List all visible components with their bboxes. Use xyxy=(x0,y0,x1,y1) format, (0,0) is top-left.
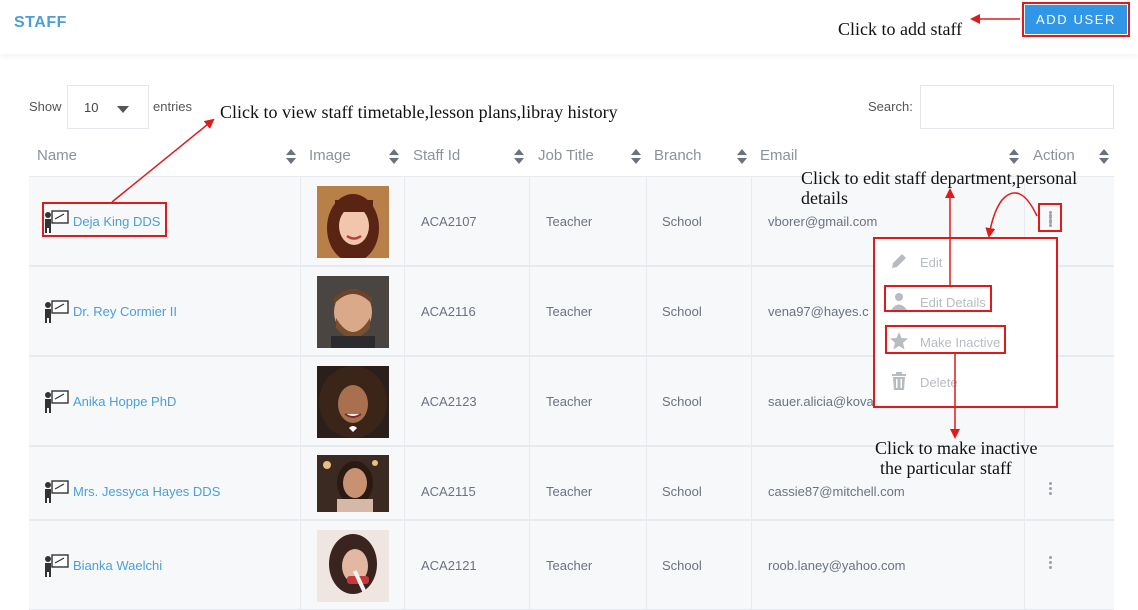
branch: School xyxy=(662,484,702,499)
sort-icon[interactable] xyxy=(286,149,296,165)
chevron-down-icon xyxy=(117,106,129,113)
more-icon[interactable] xyxy=(1048,556,1054,572)
column-header-action[interactable]: Action xyxy=(1033,147,1075,164)
staff-photo xyxy=(317,530,389,602)
annotation-view-staff: Click to view staff timetable,lesson pla… xyxy=(220,102,618,122)
column-header-job-title[interactable]: Job Title xyxy=(538,147,594,164)
show-label: Show xyxy=(29,99,62,114)
staff-photo xyxy=(317,276,389,348)
column-header-image[interactable]: Image xyxy=(309,147,351,164)
sort-icon[interactable] xyxy=(631,149,641,165)
staff-photo xyxy=(317,455,389,512)
sort-icon[interactable] xyxy=(514,149,524,165)
email: sauer.alicia@kova xyxy=(768,394,874,409)
staff-name-link[interactable]: Anika Hoppe PhD xyxy=(73,394,176,409)
email: vena97@hayes.c xyxy=(768,304,869,319)
column-header-branch[interactable]: Branch xyxy=(654,147,702,164)
teacher-icon xyxy=(45,554,69,577)
teacher-icon xyxy=(45,390,69,413)
branch: School xyxy=(662,394,702,409)
make-inactive-highlight xyxy=(885,325,1006,354)
name-highlight xyxy=(42,202,167,237)
email: roob.laney@yahoo.com xyxy=(768,558,906,573)
staff-id: ACA2116 xyxy=(421,304,476,319)
branch: School xyxy=(662,214,702,229)
annotation-inactive-line2: the particular staff xyxy=(880,458,1012,478)
column-header-staff-id[interactable]: Staff Id xyxy=(413,147,460,164)
menu-item-label: Edit xyxy=(920,255,943,270)
more-icon[interactable] xyxy=(1048,211,1052,226)
teacher-icon xyxy=(45,300,69,323)
staff-id: ACA2107 xyxy=(421,214,477,229)
job-title: Teacher xyxy=(546,394,593,409)
annotation-edit-staff-line1: Click to edit staff department,personal xyxy=(801,168,1078,188)
edit-details-highlight xyxy=(884,285,992,312)
staff-id: ACA2123 xyxy=(421,394,477,409)
sort-icon[interactable] xyxy=(737,149,747,165)
add-user-button[interactable]: ADD USER xyxy=(1025,5,1127,34)
staff-photo xyxy=(317,186,389,258)
column-header-name[interactable]: Name xyxy=(37,147,77,164)
staff-photo xyxy=(317,366,389,438)
teacher-icon xyxy=(45,480,69,503)
email: cassie87@mitchell.com xyxy=(768,484,905,499)
annotation-inactive-line1: Click to make inactive xyxy=(875,438,1038,458)
search-label: Search: xyxy=(868,99,913,114)
page-title: STAFF xyxy=(14,14,67,31)
entries-value: 10 xyxy=(84,100,99,115)
job-title: Teacher xyxy=(546,558,593,573)
menu-item-label: Delete xyxy=(920,375,958,390)
staff-name-link[interactable]: Mrs. Jessyca Hayes DDS xyxy=(73,484,220,499)
entries-label: entries xyxy=(153,99,193,114)
job-title: Teacher xyxy=(546,304,593,319)
sort-icon[interactable] xyxy=(389,149,399,165)
branch: School xyxy=(662,304,702,319)
annotation-add-staff: Click to add staff xyxy=(838,19,963,39)
email: vborer@gmail.com xyxy=(768,214,878,229)
top-bar: STAFF xyxy=(0,0,1138,54)
sort-icon[interactable] xyxy=(1099,149,1109,165)
action-menu: Edit Edit Details Make Inactive Delete xyxy=(873,237,1058,408)
entries-select[interactable]: 10 xyxy=(67,85,149,129)
trash-icon xyxy=(892,372,906,390)
branch: School xyxy=(662,558,702,573)
pencil-icon xyxy=(892,254,906,268)
staff-id: ACA2115 xyxy=(421,484,476,499)
job-title: Teacher xyxy=(546,214,593,229)
job-title: Teacher xyxy=(546,484,593,499)
staff-name-link[interactable]: Bianka Waelchi xyxy=(73,558,162,573)
staff-id: ACA2121 xyxy=(421,558,477,573)
search-input[interactable] xyxy=(920,85,1114,129)
table-row: Bianka Waelchi ACA2121 Teacher School ro… xyxy=(29,520,1114,610)
annotation-edit-staff-line2: details xyxy=(801,188,848,208)
column-header-email[interactable]: Email xyxy=(760,147,798,164)
sort-icon[interactable] xyxy=(1009,149,1019,165)
more-icon[interactable] xyxy=(1048,482,1054,498)
staff-name-link[interactable]: Dr. Rey Cormier II xyxy=(73,304,177,319)
